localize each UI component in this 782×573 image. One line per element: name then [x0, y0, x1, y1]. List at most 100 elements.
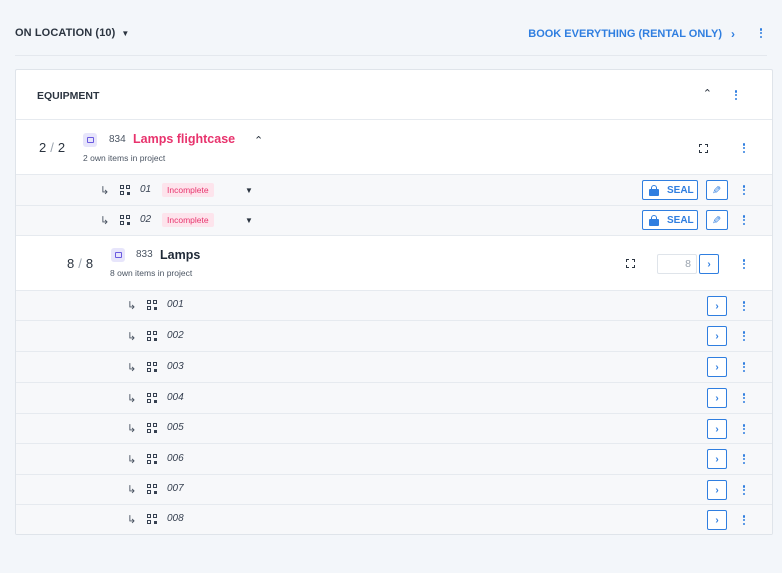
edit-button[interactable]: ✎	[706, 180, 728, 200]
go-button[interactable]: ›	[707, 480, 727, 500]
subitem-kebab-icon[interactable]	[739, 329, 749, 343]
quantity-input[interactable]	[657, 254, 697, 274]
book-everything-button[interactable]: BOOK EVERYTHING (RENTAL ONLY) ›	[528, 27, 735, 41]
chevron-right-icon: ›	[715, 423, 719, 435]
subitem-kebab-icon[interactable]	[739, 360, 749, 374]
subitem-arrow-icon: ↳	[100, 185, 110, 197]
subitem-kebab-icon[interactable]	[739, 483, 749, 497]
chevron-down-icon[interactable]: ▼	[245, 186, 253, 195]
flightcase-kebab-icon[interactable]	[739, 141, 749, 155]
case-icon	[83, 133, 97, 147]
location-title: ON LOCATION (10)	[15, 27, 116, 39]
go-button[interactable]: ›	[707, 419, 727, 439]
qr-code-icon	[147, 484, 157, 494]
qr-code-icon	[147, 393, 157, 403]
seal-label: SEAL	[667, 214, 694, 226]
qr-code-icon	[147, 331, 157, 341]
qr-code-icon	[147, 362, 157, 372]
lamps-code: 833	[136, 249, 153, 260]
subitem-kebab-icon[interactable]	[739, 452, 749, 466]
chevron-right-icon: ›	[715, 453, 719, 465]
chevron-right-icon: ›	[715, 484, 719, 496]
lamps-kebab-icon[interactable]	[739, 257, 749, 271]
lamp-subitem-row: ↳ 003 ›	[16, 352, 772, 383]
subitem-arrow-icon: ↳	[127, 393, 137, 405]
equipment-panel: EQUIPMENT ⌃ 2/2 834 Lamps flightcase ⌃ 2…	[15, 69, 773, 535]
chevron-right-icon: ›	[715, 330, 719, 342]
flightcase-count: 2/2	[39, 140, 66, 155]
chevron-up-icon[interactable]: ⌃	[254, 134, 263, 147]
go-button[interactable]: ›	[707, 296, 727, 316]
qr-code-icon	[147, 454, 157, 464]
book-everything-label: BOOK EVERYTHING (RENTAL ONLY)	[528, 28, 722, 40]
subitem-code: 002	[167, 330, 184, 341]
qr-code-icon	[147, 514, 157, 524]
fullscreen-icon[interactable]	[699, 144, 708, 153]
subitem-arrow-icon: ↳	[127, 484, 137, 496]
subitem-kebab-icon[interactable]	[739, 513, 749, 527]
flightcase-subitem-row: ↳ 02 Incomplete ▼ SEAL ✎	[16, 206, 772, 236]
lamps-name[interactable]: Lamps	[160, 248, 200, 262]
flightcase-code: 834	[109, 134, 126, 145]
chevron-down-icon[interactable]: ▼	[245, 216, 253, 225]
subitem-arrow-icon: ↳	[127, 514, 137, 526]
subitem-kebab-icon[interactable]	[739, 213, 749, 227]
lamp-subitem-row: ↳ 006 ›	[16, 444, 772, 475]
chevron-right-icon: ›	[731, 27, 735, 41]
edit-button[interactable]: ✎	[706, 210, 728, 230]
equipment-kebab-icon[interactable]	[731, 88, 741, 102]
flightcase-subitem-row: ↳ 01 Incomplete ▼ SEAL ✎	[16, 175, 772, 206]
equipment-label: EQUIPMENT	[37, 90, 100, 102]
subitem-arrow-icon: ↳	[100, 215, 110, 227]
flightcase-row: 2/2 834 Lamps flightcase ⌃ 2 own items i…	[16, 120, 772, 175]
status-badge: Incomplete	[162, 183, 214, 197]
lock-icon	[649, 214, 659, 226]
subitem-code: 003	[167, 361, 184, 372]
go-button[interactable]: ›	[707, 510, 727, 530]
pencil-icon: ✎	[712, 214, 722, 227]
chevron-up-icon[interactable]: ⌃	[703, 87, 712, 100]
lamp-subitem-row: ↳ 002 ›	[16, 321, 772, 352]
flightcase-name[interactable]: Lamps flightcase	[133, 132, 235, 146]
subitem-kebab-icon[interactable]	[739, 422, 749, 436]
seal-button[interactable]: SEAL	[642, 210, 698, 230]
subitem-kebab-icon[interactable]	[739, 183, 749, 197]
subitem-code: 02	[140, 214, 152, 225]
subitem-code: 001	[167, 299, 184, 310]
lamp-subitem-row: ↳ 005 ›	[16, 414, 772, 444]
go-button[interactable]: ›	[707, 357, 727, 377]
divider	[15, 55, 767, 56]
seal-button[interactable]: SEAL	[642, 180, 698, 200]
chevron-right-icon: ›	[715, 300, 719, 312]
subitem-code: 01	[140, 184, 152, 195]
go-button[interactable]: ›	[699, 254, 719, 274]
fullscreen-icon[interactable]	[626, 259, 635, 268]
pencil-icon: ✎	[712, 184, 722, 197]
qr-code-icon	[147, 300, 157, 310]
subitem-code: 005	[167, 422, 184, 433]
go-button[interactable]: ›	[707, 326, 727, 346]
go-button[interactable]: ›	[707, 449, 727, 469]
go-button[interactable]: ›	[707, 388, 727, 408]
status-badge: Incomplete	[162, 213, 214, 227]
subitem-arrow-icon: ↳	[127, 331, 137, 343]
seal-label: SEAL	[667, 184, 694, 196]
lamps-count: 8/8	[67, 256, 94, 271]
header-kebab-icon[interactable]	[756, 26, 766, 40]
subitem-code: 007	[167, 483, 184, 494]
subitem-code: 008	[167, 513, 184, 524]
top-bar: ON LOCATION (10) ▼ BOOK EVERYTHING (RENT…	[0, 0, 782, 56]
subitem-kebab-icon[interactable]	[739, 299, 749, 313]
subitem-arrow-icon: ↳	[127, 300, 137, 312]
qr-code-icon	[120, 185, 130, 195]
lock-icon	[649, 184, 659, 196]
subitem-kebab-icon[interactable]	[739, 391, 749, 405]
subitem-arrow-icon: ↳	[127, 362, 137, 374]
lamp-subitem-row: ↳ 008 ›	[16, 505, 772, 534]
subitem-arrow-icon: ↳	[127, 454, 137, 466]
qr-code-icon	[147, 423, 157, 433]
location-dropdown[interactable]: ON LOCATION (10) ▼	[15, 27, 129, 39]
chevron-right-icon: ›	[715, 361, 719, 373]
qr-code-icon	[120, 215, 130, 225]
flightcase-subtitle: 2 own items in project	[83, 153, 166, 163]
